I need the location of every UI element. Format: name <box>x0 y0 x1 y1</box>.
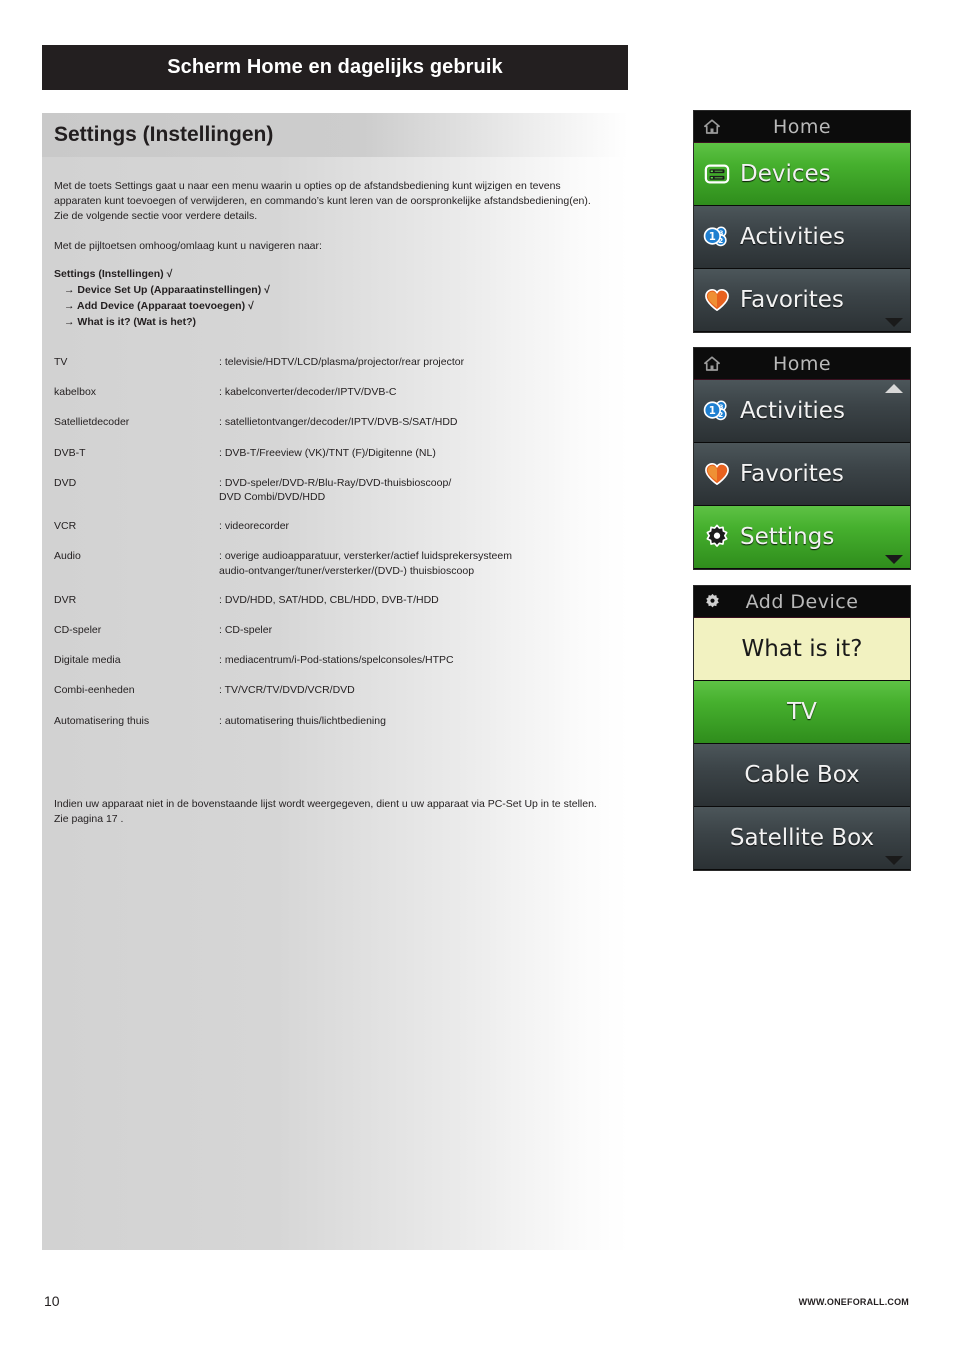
table-row: Satellietdecoder : satellietontvanger/de… <box>42 415 628 430</box>
page-header-title: Scherm Home en dagelijks gebruik <box>167 56 503 78</box>
menu-item-satellite-box[interactable]: Satellite Box <box>694 807 910 870</box>
device-description: : kabelconverter/decoder/IPTV/DVB-C <box>219 386 397 399</box>
activities-icon: 3 2 1 <box>702 396 732 426</box>
closing-paragraph: Indien uw apparaat niet in de bovenstaan… <box>54 798 597 826</box>
table-row: DVB-T : DVB-T/Freeview (VK)/TNT (F)/Digi… <box>42 446 628 461</box>
table-row: DVD : DVD-speler/DVD-R/Blu-Ray/DVD-thuis… <box>42 476 628 504</box>
device-description: : TV/VCR/TV/DVD/VCR/DVD <box>219 684 355 697</box>
device-description: : overige audioapparatuur, versterker/ac… <box>219 550 512 577</box>
device-description: : mediacentrum/i-Pod-stations/spelconsol… <box>219 654 454 667</box>
table-row: kabelbox : kabelconverter/decoder/IPTV/D… <box>42 385 628 400</box>
nav-path-item: Settings (Instellingen) √ <box>54 268 173 280</box>
activities-icon: 3 2 1 <box>702 222 732 252</box>
device-description: : automatisering thuis/lichtbediening <box>219 714 386 727</box>
page-title: Settings (Instellingen) <box>54 123 274 146</box>
settings-icon <box>702 522 732 552</box>
table-row: Digitale media : mediacentrum/i-Pod-stat… <box>42 653 628 668</box>
menu-item-settings[interactable]: Settings <box>694 506 910 569</box>
table-row: CD-speler : CD-speler <box>42 623 628 638</box>
menu-item-what-is-it[interactable]: What is it? <box>694 618 910 681</box>
table-row: VCR : videorecorder <box>42 519 628 534</box>
scroll-down-icon[interactable] <box>885 856 903 865</box>
device-name: DVD <box>54 476 77 489</box>
website-url: WWW.ONEFORALL.COM <box>798 1297 909 1307</box>
page-header-bar: Scherm Home en dagelijks gebruik <box>42 45 628 90</box>
devices-icon <box>702 159 732 189</box>
section-heading-band: Settings (Instellingen) <box>42 113 628 157</box>
nav-intro-paragraph: Met de pijltoetsen omhoog/omlaag kunt u … <box>54 240 322 252</box>
svg-text:1: 1 <box>709 406 716 417</box>
screen-header: Home <box>694 111 910 143</box>
scroll-down-icon[interactable] <box>885 318 903 327</box>
device-name: TV <box>54 356 68 368</box>
device-name: kabelbox <box>54 386 97 399</box>
device-name: Combi-eenheden <box>54 684 135 697</box>
menu-item-favorites[interactable]: Favorites <box>694 443 910 506</box>
menu-item-favorites[interactable]: Favorites <box>694 269 910 332</box>
device-description: : DVD-speler/DVD-R/Blu-Ray/DVD-thuisbios… <box>219 476 452 504</box>
remote-screen-home-settings: Home 3 2 1 Activities Favorites Settings <box>693 347 911 570</box>
menu-item-label: TV <box>787 699 817 725</box>
device-description: : DVD/HDD, SAT/HDD, CBL/HDD, DVB-T/HDD <box>219 593 439 606</box>
gear-icon <box>702 592 722 612</box>
menu-item-label: What is it? <box>741 636 863 662</box>
menu-item-cable-box[interactable]: Cable Box <box>694 744 910 807</box>
menu-item-activities[interactable]: 3 2 1 Activities <box>694 380 910 443</box>
favorites-icon <box>702 285 732 315</box>
device-type-table: TV : televisie/HDTV/LCD/plasma/projector… <box>42 355 628 744</box>
device-name: Audio <box>54 550 81 563</box>
scroll-down-icon[interactable] <box>885 555 903 564</box>
device-name: CD-speler <box>54 624 102 636</box>
table-row: DVR : DVD/HDD, SAT/HDD, CBL/HDD, DVB-T/H… <box>42 593 628 608</box>
device-description: : DVB-T/Freeview (VK)/TNT (F)/Digitenne … <box>219 446 436 459</box>
nav-path-item: → Add Device (Apparaat toevoegen) √ <box>64 299 254 312</box>
screen-header: Home <box>694 348 910 380</box>
menu-item-activities[interactable]: 3 2 1 Activities <box>694 206 910 269</box>
home-icon <box>702 117 722 137</box>
favorites-icon <box>702 459 732 489</box>
table-row: TV : televisie/HDTV/LCD/plasma/projector… <box>42 355 628 370</box>
device-name: Digitale media <box>54 654 121 667</box>
menu-item-label: Satellite Box <box>729 825 875 851</box>
nav-path-item: → What is it? (Wat is het?) <box>64 315 197 328</box>
screen-header: Add Device <box>694 586 910 618</box>
screen-title: Home <box>772 115 832 138</box>
menu-item-devices[interactable]: Devices <box>694 143 910 206</box>
device-name: DVB-T <box>54 446 86 459</box>
device-name: Satellietdecoder <box>54 416 130 429</box>
table-row: Audio : overige audioapparatuur, verster… <box>42 549 628 577</box>
home-icon <box>702 354 722 374</box>
device-name: VCR <box>54 520 77 533</box>
menu-item-label: Cable Box <box>744 762 860 788</box>
table-row: Combi-eenheden : TV/VCR/TV/DVD/VCR/DVD <box>42 683 628 698</box>
scroll-up-icon[interactable] <box>885 384 903 393</box>
device-description: : videorecorder <box>219 520 290 533</box>
menu-item-tv[interactable]: TV <box>694 681 910 744</box>
navigation-path-list: Settings (Instellingen) √ → Device Set U… <box>42 267 628 331</box>
device-description: : satellietontvanger/decoder/IPTV/DVB-S/… <box>219 416 458 429</box>
device-name: Automatisering thuis <box>54 714 150 727</box>
screen-title: Add Device <box>745 590 859 613</box>
remote-screen-home-devices: Home Devices 3 2 1 Activities Favorites <box>693 110 911 333</box>
remote-screen-add-device: Add Device What is it? TV Cable Box Sate… <box>693 585 911 871</box>
intro-paragraph: Met de toets Settings gaat u naar een me… <box>54 180 591 223</box>
screen-title: Home <box>772 352 832 375</box>
device-description: : CD-speler <box>219 624 273 636</box>
table-row: Automatisering thuis : automatisering th… <box>42 714 628 729</box>
device-description: : televisie/HDTV/LCD/plasma/projector/re… <box>219 356 465 368</box>
page-number: 10 <box>44 1293 60 1309</box>
main-content-panel: Met de toets Settings gaat u naar een me… <box>42 157 628 1250</box>
svg-text:1: 1 <box>709 232 716 243</box>
device-name: DVR <box>54 593 77 606</box>
nav-path-item: → Device Set Up (Apparaatinstellingen) √ <box>64 283 270 296</box>
